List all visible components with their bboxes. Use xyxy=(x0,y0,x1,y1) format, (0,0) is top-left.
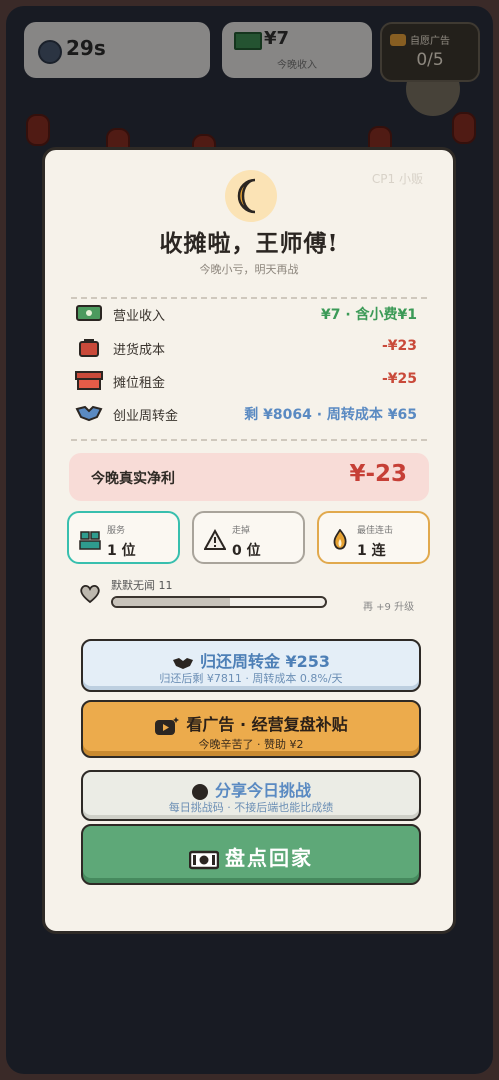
handshake-icon xyxy=(172,657,193,669)
served-label: 服务 xyxy=(107,526,126,536)
reputation-progress-fill xyxy=(113,598,230,606)
repay-subtitle: 归还后剩 ¥7811 · 周转成本 0.8%/天 xyxy=(159,672,343,685)
net-profit-value: ¥-23 xyxy=(349,461,407,487)
cash-icon xyxy=(76,305,102,321)
dialog-subtitle: 今晚小亏，明天再战 xyxy=(199,263,299,276)
income-label: 营业收入 xyxy=(113,309,166,324)
income-value: ¥7 · 含小费¥1 xyxy=(320,307,417,323)
flame-icon xyxy=(333,529,347,550)
bag-icon xyxy=(79,339,99,357)
stall-icon xyxy=(75,371,103,390)
share-dot-icon xyxy=(191,783,208,800)
dialog-title: 收摊啦，王师傅! xyxy=(159,230,339,257)
working-capital-row: 创业周转金 剩 ¥8064 · 周转成本 ¥65 xyxy=(75,401,423,425)
go-home-button[interactable]: 盘点回家 xyxy=(81,824,421,885)
stock-cost-row: 进货成本 -¥23 xyxy=(75,335,423,359)
repay-title: 归还周转金 ¥253 xyxy=(199,652,331,671)
repay-capital-button[interactable]: 归还周转金 ¥253 归还后剩 ¥7811 · 周转成本 0.8%/天 xyxy=(81,639,421,692)
net-profit-panel: 今晚真实净利 ¥-23 xyxy=(69,453,429,501)
cash-icon xyxy=(189,850,219,869)
watch-ad-subsidy-button[interactable]: 看广告 · 经营复盘补贴 今晚辛苦了 · 赞助 ¥2 xyxy=(81,700,421,758)
net-profit-label: 今晚真实净利 xyxy=(91,471,175,487)
ad-subsidy-subtitle: 今晚辛苦了 · 赞助 ¥2 xyxy=(198,738,304,751)
share-challenge-button[interactable]: 分享今日挑战 每日挑战码 · 不接后端也能比成绩 xyxy=(81,770,421,821)
stock-cost-label: 进货成本 xyxy=(113,343,166,358)
ad-subsidy-title: 看广告 · 经营复盘补贴 xyxy=(186,715,348,734)
handshake-icon xyxy=(75,405,103,422)
reputation-progress-bar xyxy=(111,596,327,608)
served-stat: 服务 1 位 xyxy=(67,511,180,564)
watermark: CP1 小贩 xyxy=(371,172,423,186)
left-label: 走掉 xyxy=(232,526,251,536)
combo-label: 最佳连击 xyxy=(357,526,394,536)
people-icon xyxy=(79,531,101,550)
next-level-hint: 再 +9 升级 xyxy=(363,602,415,613)
close-stall-summary-dialog: CP1 小贩 收摊啦，王师傅! 今晚小亏，明天再战 营业收入 ¥7 · 含小费¥… xyxy=(42,147,456,934)
video-ad-icon xyxy=(155,716,180,735)
stock-cost-value: -¥23 xyxy=(381,338,417,354)
working-capital-value: 剩 ¥8064 · 周转成本 ¥65 xyxy=(244,407,417,423)
share-title: 分享今日挑战 xyxy=(214,781,311,800)
combo-value: 1 连 xyxy=(357,543,386,559)
left-value: 0 位 xyxy=(232,543,261,559)
divider xyxy=(71,439,427,441)
divider xyxy=(71,297,427,299)
moon-icon xyxy=(225,170,277,222)
share-subtitle: 每日挑战码 · 不接后端也能比成绩 xyxy=(168,801,334,814)
warning-icon xyxy=(204,529,226,550)
combo-stat: 最佳连击 1 连 xyxy=(317,511,430,564)
stall-rent-value: -¥25 xyxy=(381,371,417,387)
reputation-name: 默默无闻 11 xyxy=(111,579,173,592)
reputation-level: 默默无闻 11 再 +9 升级 xyxy=(75,576,415,616)
stall-rent-label: 摊位租金 xyxy=(113,376,166,391)
go-home-title: 盘点回家 xyxy=(225,846,313,870)
heart-icon xyxy=(80,584,100,604)
stall-rent-row: 摊位租金 -¥25 xyxy=(75,368,423,392)
income-row: 营业收入 ¥7 · 含小费¥1 xyxy=(75,301,423,325)
working-capital-label: 创业周转金 xyxy=(113,409,179,424)
left-stat: 走掉 0 位 xyxy=(192,511,305,564)
served-value: 1 位 xyxy=(107,543,136,559)
